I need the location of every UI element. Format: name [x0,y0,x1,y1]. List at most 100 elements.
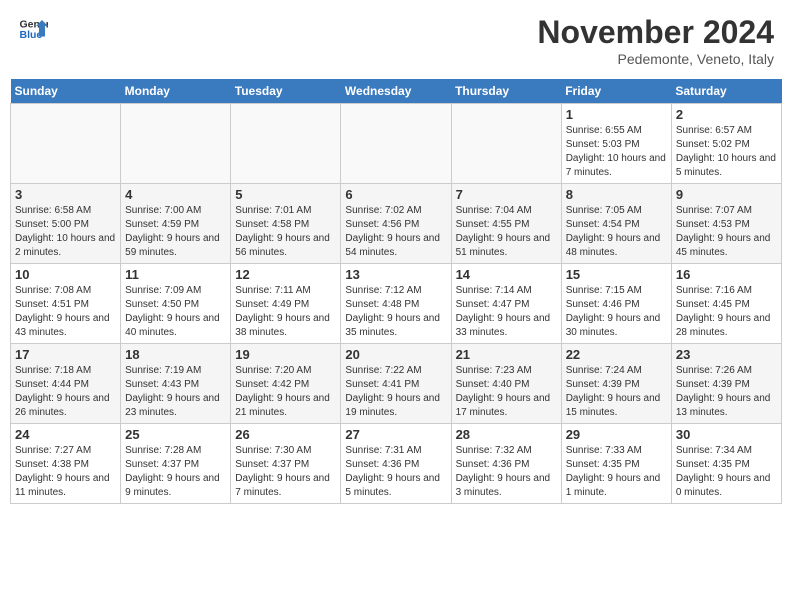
title-area: November 2024 Pedemonte, Veneto, Italy [537,14,774,67]
week-row-2: 3 Sunrise: 6:58 AM Sunset: 5:00 PM Daylig… [11,184,782,264]
day-cell [231,104,341,184]
day-cell: 29 Sunrise: 7:33 AM Sunset: 4:35 PM Dayli… [561,424,671,504]
day-number: 22 [566,347,667,362]
day-info: Sunrise: 7:31 AM Sunset: 4:36 PM Dayligh… [345,444,446,500]
day-info: Sunrise: 7:22 AM Sunset: 4:41 PM Dayligh… [345,364,446,420]
day-cell: 22Sunrise: 7:24 AM Sunset: 4:39 PM Dayli… [561,344,671,424]
day-number: 11 [125,267,226,282]
day-number: 16 [676,267,777,282]
day-info: Sunrise: 7:08 AM Sunset: 4:51 PM Dayligh… [15,284,116,340]
day-info: Sunrise: 7:14 AM Sunset: 4:47 PM Dayligh… [456,284,557,340]
day-number: 20 [345,347,446,362]
svg-text:Blue: Blue [20,29,43,41]
day-info: Sunrise: 7:15 AM Sunset: 4:46 PM Dayligh… [566,284,667,340]
day-cell: 14 Sunrise: 7:14 AM Sunset: 4:47 PM Dayli… [451,264,561,344]
week-row-4: 17 Sunrise: 7:18 AM Sunset: 4:44 PM Dayli… [11,344,782,424]
day-number: 1 [566,107,667,122]
day-info: Sunrise: 6:57 AM Sunset: 5:02 PM Dayligh… [676,124,777,180]
day-number: 12 [235,267,336,282]
day-info: Sunrise: 6:55 AM Sunset: 5:03 PM Dayligh… [566,124,667,180]
day-number: 6 [345,187,446,202]
day-cell: 30 Sunrise: 7:34 AM Sunset: 4:35 PM Dayli… [671,424,781,504]
day-cell [341,104,451,184]
day-cell: 27Sunrise: 7:31 AM Sunset: 4:36 PM Dayli… [341,424,451,504]
day-info: Sunrise: 6:58 AM Sunset: 5:00 PM Dayligh… [15,204,116,260]
day-cell: 7 Sunrise: 7:04 AM Sunset: 4:55 PM Daylig… [451,184,561,264]
day-number: 13 [345,267,446,282]
logo: General Blue [18,14,48,44]
day-cell: 18Sunrise: 7:19 AM Sunset: 4:43 PM Dayli… [121,344,231,424]
day-info: Sunrise: 7:12 AM Sunset: 4:48 PM Dayligh… [345,284,446,340]
day-number: 7 [456,187,557,202]
logo-icon: General Blue [18,14,48,44]
day-number: 9 [676,187,777,202]
day-number: 17 [15,347,116,362]
day-info: Sunrise: 7:18 AM Sunset: 4:44 PM Dayligh… [15,364,116,420]
day-cell: 8Sunrise: 7:05 AM Sunset: 4:54 PM Daylig… [561,184,671,264]
day-info: Sunrise: 7:28 AM Sunset: 4:37 PM Dayligh… [125,444,226,500]
day-info: Sunrise: 7:00 AM Sunset: 4:59 PM Dayligh… [125,204,226,260]
day-number: 29 [566,427,667,442]
day-number: 5 [235,187,336,202]
day-number: 26 [235,427,336,442]
calendar-table: SundayMondayTuesdayWednesdayThursdayFrid… [10,79,782,504]
day-info: Sunrise: 7:23 AM Sunset: 4:40 PM Dayligh… [456,364,557,420]
day-number: 21 [456,347,557,362]
day-cell: 2 Sunrise: 6:57 AM Sunset: 5:02 PM Daylig… [671,104,781,184]
day-number: 8 [566,187,667,202]
day-cell: 19 Sunrise: 7:20 AM Sunset: 4:42 PM Dayli… [231,344,341,424]
day-info: Sunrise: 7:30 AM Sunset: 4:37 PM Dayligh… [235,444,336,500]
day-number: 15 [566,267,667,282]
week-row-5: 24Sunrise: 7:27 AM Sunset: 4:38 PM Dayli… [11,424,782,504]
day-number: 14 [456,267,557,282]
location: Pedemonte, Veneto, Italy [537,51,774,67]
day-cell: 3 Sunrise: 6:58 AM Sunset: 5:00 PM Daylig… [11,184,121,264]
day-info: Sunrise: 7:20 AM Sunset: 4:42 PM Dayligh… [235,364,336,420]
day-number: 28 [456,427,557,442]
day-cell: 24Sunrise: 7:27 AM Sunset: 4:38 PM Dayli… [11,424,121,504]
day-cell: 4 Sunrise: 7:00 AM Sunset: 4:59 PM Daylig… [121,184,231,264]
day-cell: 28Sunrise: 7:32 AM Sunset: 4:36 PM Dayli… [451,424,561,504]
day-cell: 21 Sunrise: 7:23 AM Sunset: 4:40 PM Dayli… [451,344,561,424]
header-saturday: Saturday [671,79,781,104]
day-number: 3 [15,187,116,202]
header-monday: Monday [121,79,231,104]
header-friday: Friday [561,79,671,104]
day-info: Sunrise: 7:09 AM Sunset: 4:50 PM Dayligh… [125,284,226,340]
day-info: Sunrise: 7:01 AM Sunset: 4:58 PM Dayligh… [235,204,336,260]
day-cell: 13 Sunrise: 7:12 AM Sunset: 4:48 PM Dayli… [341,264,451,344]
header: General Blue November 2024 Pedemonte, Ve… [10,10,782,71]
day-number: 10 [15,267,116,282]
day-cell: 10 Sunrise: 7:08 AM Sunset: 4:51 PM Dayli… [11,264,121,344]
day-info: Sunrise: 7:16 AM Sunset: 4:45 PM Dayligh… [676,284,777,340]
day-cell: 9Sunrise: 7:07 AM Sunset: 4:53 PM Daylig… [671,184,781,264]
day-number: 2 [676,107,777,122]
day-cell: 20 Sunrise: 7:22 AM Sunset: 4:41 PM Dayli… [341,344,451,424]
week-row-3: 10 Sunrise: 7:08 AM Sunset: 4:51 PM Dayli… [11,264,782,344]
day-number: 4 [125,187,226,202]
header-wednesday: Wednesday [341,79,451,104]
day-info: Sunrise: 7:34 AM Sunset: 4:35 PM Dayligh… [676,444,777,500]
day-number: 23 [676,347,777,362]
day-number: 30 [676,427,777,442]
day-cell: 26 Sunrise: 7:30 AM Sunset: 4:37 PM Dayli… [231,424,341,504]
day-info: Sunrise: 7:04 AM Sunset: 4:55 PM Dayligh… [456,204,557,260]
header-sunday: Sunday [11,79,121,104]
week-row-1: 1 Sunrise: 6:55 AM Sunset: 5:03 PM Daylig… [11,104,782,184]
day-info: Sunrise: 7:33 AM Sunset: 4:35 PM Dayligh… [566,444,667,500]
day-cell: 6 Sunrise: 7:02 AM Sunset: 4:56 PM Daylig… [341,184,451,264]
day-cell: 1 Sunrise: 6:55 AM Sunset: 5:03 PM Daylig… [561,104,671,184]
day-cell: 17 Sunrise: 7:18 AM Sunset: 4:44 PM Dayli… [11,344,121,424]
header-row: SundayMondayTuesdayWednesdayThursdayFrid… [11,79,782,104]
day-info: Sunrise: 7:19 AM Sunset: 4:43 PM Dayligh… [125,364,226,420]
day-cell: 11 Sunrise: 7:09 AM Sunset: 4:50 PM Dayli… [121,264,231,344]
day-info: Sunrise: 7:11 AM Sunset: 4:49 PM Dayligh… [235,284,336,340]
day-cell: 25Sunrise: 7:28 AM Sunset: 4:37 PM Dayli… [121,424,231,504]
day-info: Sunrise: 7:27 AM Sunset: 4:38 PM Dayligh… [15,444,116,500]
header-thursday: Thursday [451,79,561,104]
day-number: 19 [235,347,336,362]
day-cell [11,104,121,184]
day-cell: 23Sunrise: 7:26 AM Sunset: 4:39 PM Dayli… [671,344,781,424]
day-info: Sunrise: 7:02 AM Sunset: 4:56 PM Dayligh… [345,204,446,260]
day-cell [121,104,231,184]
